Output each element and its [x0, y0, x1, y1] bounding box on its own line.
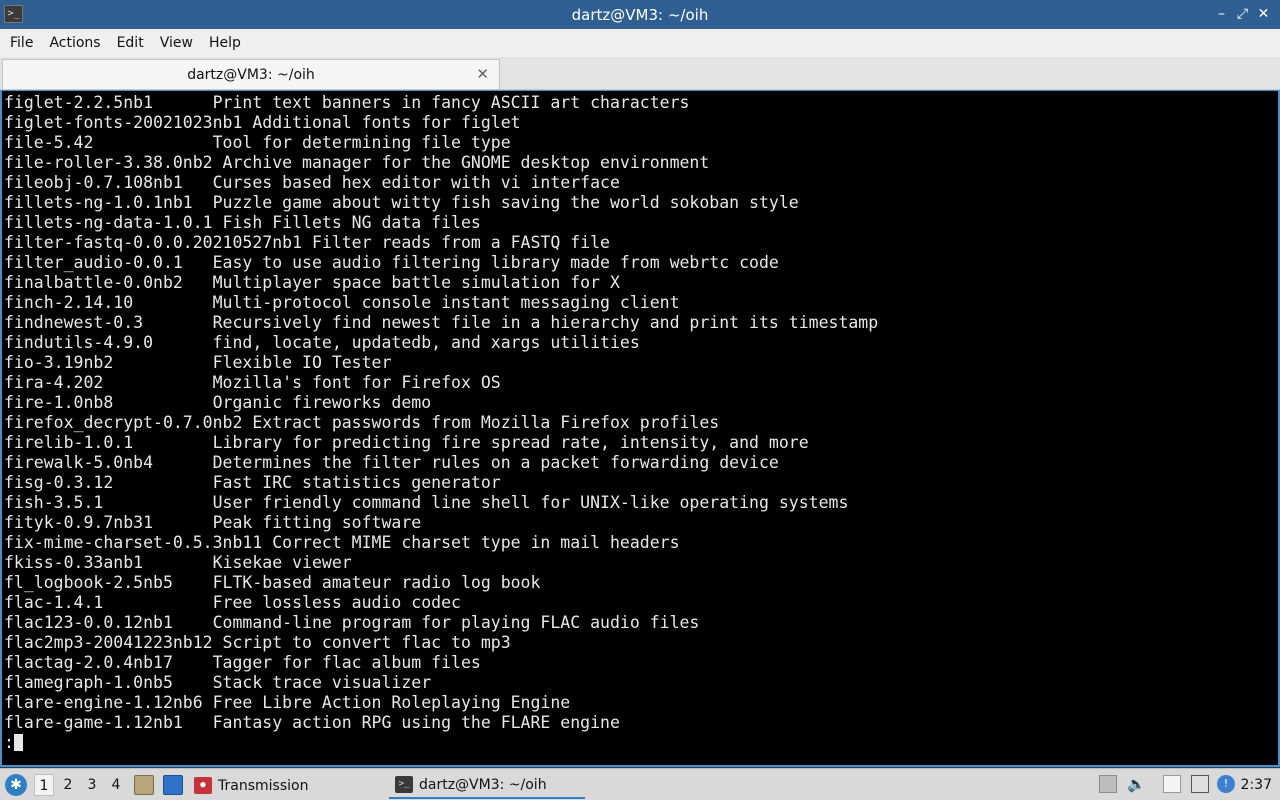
display-icon[interactable] [1191, 775, 1209, 793]
tab-terminal[interactable]: dartz@VM3: ~/oih ✕ [2, 59, 500, 89]
terminal-line: flac123-0.0.12nb1 Command-line program f… [4, 613, 700, 632]
window-titlebar: >_ dartz@VM3: ~/oih – ⤢ ✕ [0, 0, 1280, 29]
terminal-line: fileobj-0.7.108nb1 Curses based hex edit… [4, 173, 620, 192]
terminal-line: findutils-4.9.0 find, locate, updatedb, … [4, 333, 640, 352]
terminal-line: findnewest-0.3 Recursively find newest f… [4, 313, 879, 332]
close-icon[interactable]: ✕ [1253, 4, 1274, 24]
pager-prompt-text: : [4, 733, 14, 752]
terminal-line: firefox_decrypt-0.7.0nb2 Extract passwor… [4, 413, 720, 432]
task-label: dartz@VM3: ~/oih [419, 776, 547, 793]
window-icon[interactable] [163, 775, 183, 795]
terminal-line: fio-3.19nb2 Flexible IO Tester [4, 353, 392, 372]
window-title: dartz@VM3: ~/oih [571, 5, 709, 24]
terminal-line: figlet-2.2.5nb1 Print text banners in fa… [4, 93, 690, 112]
terminal-line: firelib-1.0.1 Library for predicting fir… [4, 433, 809, 452]
terminal-output[interactable]: figlet-2.2.5nb1 Print text banners in fa… [0, 90, 1280, 767]
terminal-line: fish-3.5.1 User friendly command line sh… [4, 493, 849, 512]
taskbar: ✱ 1 2 3 4 ● Transmission >_ dartz@VM3: ~… [0, 768, 1280, 800]
terminal-line: fix-mime-charset-0.5.3nb11 Correct MIME … [4, 533, 680, 552]
terminal-icon: >_ [4, 5, 23, 23]
terminal-line: flac2mp3-20041223nb12 Script to convert … [4, 633, 511, 652]
maximize-icon[interactable]: ⤢ [1232, 4, 1253, 24]
clipboard-icon[interactable] [1163, 775, 1181, 793]
terminal-line: fisg-0.3.12 Fast IRC statistics generato… [4, 473, 501, 492]
tab-bar: dartz@VM3: ~/oih ✕ [0, 57, 1280, 90]
menu-help[interactable]: Help [201, 35, 249, 51]
lxqt-start-icon[interactable]: ✱ [5, 774, 27, 796]
volume-icon[interactable]: 🔈 [1127, 775, 1146, 793]
terminal-line: flactag-2.0.4nb17 Tagger for flac album … [4, 653, 481, 672]
terminal-line: flac-1.4.1 Free lossless audio codec [4, 593, 461, 612]
terminal-line: fillets-ng-data-1.0.1 Fish Fillets NG da… [4, 213, 481, 232]
terminal-line: finalbattle-0.0nb2 Multiplayer space bat… [4, 273, 620, 292]
terminal-line: fillets-ng-1.0.1nb1 Puzzle game about wi… [4, 193, 799, 212]
menu-edit[interactable]: Edit [109, 35, 152, 51]
terminal-line: file-5.42 Tool for determining file type [4, 133, 511, 152]
removable-drive-icon[interactable] [1099, 775, 1117, 793]
task-label: Transmission [218, 777, 309, 794]
terminal-line: flamegraph-1.0nb5 Stack trace visualizer [4, 673, 432, 692]
task-terminal[interactable]: >_ dartz@VM3: ~/oih [389, 772, 585, 799]
terminal-line: flare-game-1.12nb1 Fantasy action RPG us… [4, 713, 620, 732]
terminal-line: figlet-fonts-20021023nb1 Additional font… [4, 113, 521, 132]
window-controls: – ⤢ ✕ [1211, 4, 1274, 24]
minimize-icon[interactable]: – [1211, 4, 1232, 24]
terminal-line: firewalk-5.0nb4 Determines the filter ru… [4, 453, 779, 472]
update-notifier-icon[interactable]: ! [1217, 775, 1235, 793]
workspace-3[interactable]: 3 [82, 774, 102, 796]
menu-view[interactable]: View [152, 35, 201, 51]
terminal-line: fire-1.0nb8 Organic fireworks demo [4, 393, 432, 412]
terminal-line: fkiss-0.33anb1 Kisekae viewer [4, 553, 352, 572]
menu-actions[interactable]: Actions [41, 35, 108, 51]
terminal-line: flare-engine-1.12nb6 Free Libre Action R… [4, 693, 571, 712]
file-manager-icon[interactable] [134, 775, 154, 795]
menu-file[interactable]: File [2, 35, 41, 51]
workspace-2[interactable]: 2 [58, 774, 78, 796]
workspace-1[interactable]: 1 [34, 774, 54, 796]
terminal-line: filter-fastq-0.0.0.20210527nb1 Filter re… [4, 233, 610, 252]
terminal-line: file-roller-3.38.0nb2 Archive manager fo… [4, 153, 710, 172]
terminal-line: fityk-0.9.7nb31 Peak fitting software [4, 513, 422, 532]
pager-prompt[interactable]: : [2, 733, 1278, 753]
clock[interactable]: 2:37 [1241, 769, 1272, 800]
terminal-line: finch-2.14.10 Multi-protocol console ins… [4, 293, 680, 312]
task-transmission[interactable]: ● Transmission [188, 772, 314, 799]
close-icon[interactable]: ✕ [476, 65, 489, 83]
terminal-line: fl_logbook-2.5nb5 FLTK-based amateur rad… [4, 573, 541, 592]
terminal-icon: >_ [395, 776, 413, 793]
transmission-icon: ● [194, 777, 212, 794]
workspace-4[interactable]: 4 [106, 774, 126, 796]
terminal-line: filter_audio-0.0.1 Easy to use audio fil… [4, 253, 779, 272]
menu-bar: File Actions Edit View Help [0, 29, 1280, 57]
tab-label: dartz@VM3: ~/oih [187, 66, 315, 83]
terminal-line: fira-4.202 Mozilla's font for Firefox OS [4, 373, 501, 392]
text-cursor [13, 734, 23, 751]
